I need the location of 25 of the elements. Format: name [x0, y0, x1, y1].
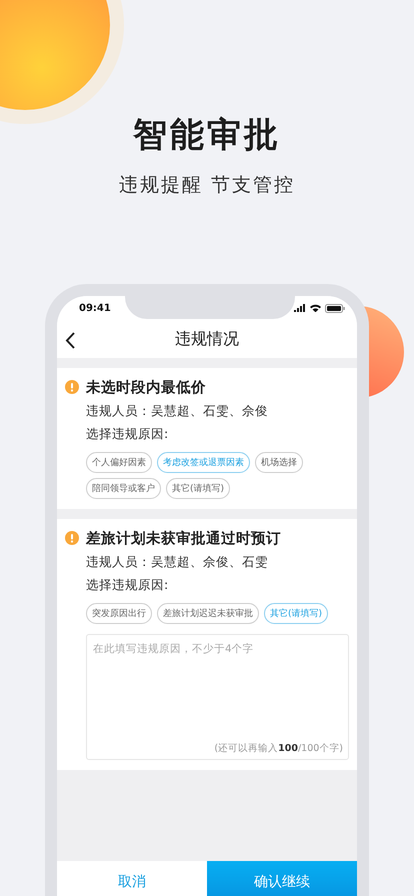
violators-text: 违规人员：吴慧超、石雯、佘俊: [86, 403, 269, 420]
reason-chip[interactable]: 陪同领导或客户: [86, 478, 161, 499]
reason-chip[interactable]: 其它(请填写): [166, 478, 230, 499]
reason-chip[interactable]: 其它(请填写): [264, 603, 328, 624]
reason-chip[interactable]: 个人偏好因素: [86, 452, 152, 473]
violation-title: 差旅计划未获审批通过时预订: [86, 530, 282, 548]
battery-icon: [325, 304, 345, 312]
wifi-icon: [310, 304, 321, 312]
headline: 智能审批: [133, 114, 281, 157]
reason-chip[interactable]: 考虑改签或退票因素: [157, 452, 250, 473]
char-counter: (还可以再输入100/100个字): [214, 742, 343, 755]
reason-label: 选择违规原因:: [86, 426, 170, 443]
violation-title: 未选时段内最低价: [86, 378, 207, 397]
reason-chip[interactable]: 机场选择: [255, 452, 303, 473]
status-time: 09:41: [79, 302, 111, 314]
warning-icon: [65, 380, 79, 394]
warning-icon: [65, 531, 79, 545]
back-icon[interactable]: [65, 332, 75, 349]
signal-icon: [294, 304, 306, 312]
violators-text: 违规人员：吴慧超、佘俊、石雯: [86, 554, 269, 571]
page-title: 违规情况: [175, 328, 239, 350]
subtitle: 违规提醒 节支管控: [118, 173, 296, 198]
reason-chip[interactable]: 差旅计划迟迟未获审批: [157, 603, 259, 624]
reason-chip[interactable]: 突发原因出行: [86, 603, 152, 624]
reason-label: 选择违规原因:: [86, 577, 170, 594]
